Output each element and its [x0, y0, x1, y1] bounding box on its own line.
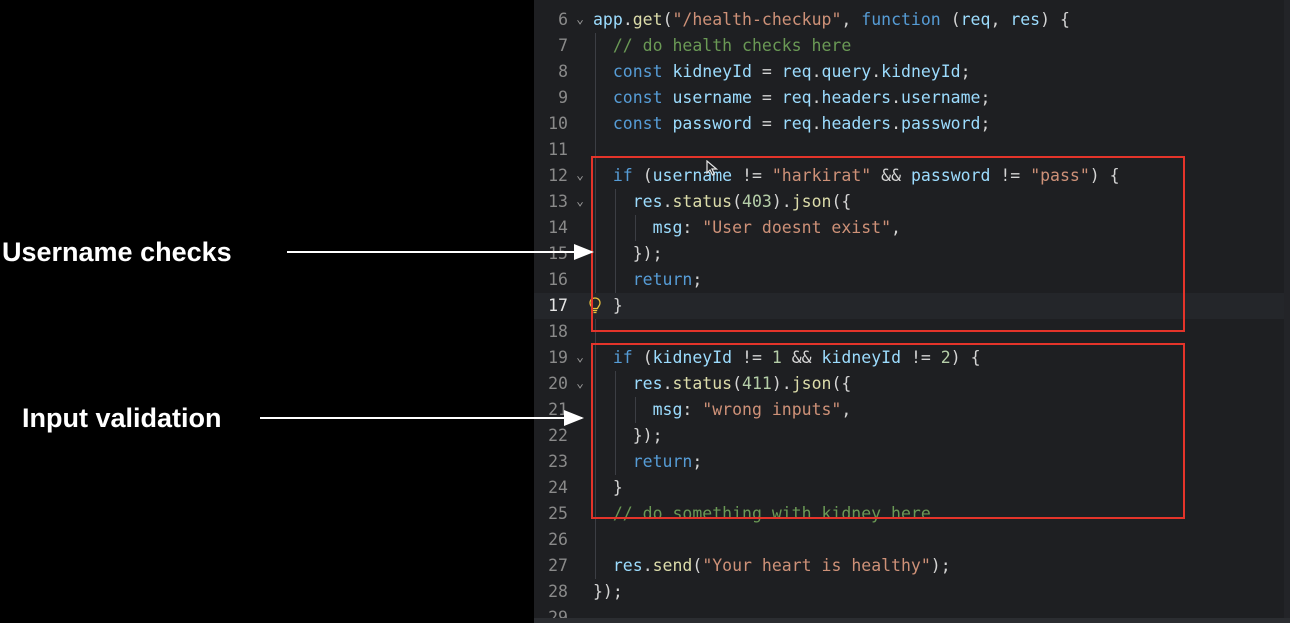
code-line[interactable]: 27 res.send("Your heart is healthy"); [534, 553, 1290, 579]
line-number: 22 [548, 426, 568, 445]
line-number: 27 [548, 556, 568, 575]
line-number: 17 [548, 296, 568, 315]
code-text[interactable]: res.send("Your heart is healthy"); [593, 553, 951, 579]
line-number: 12 [548, 166, 568, 185]
line-number: 18 [548, 322, 568, 341]
code-line[interactable]: 9 const username = req.headers.username; [534, 85, 1290, 111]
chevron-down-icon[interactable]: ⌄ [573, 189, 587, 215]
line-number: 20 [548, 374, 568, 393]
mouse-pointer-icon [706, 159, 719, 180]
code-text[interactable]: const kidneyId = req.query.kidneyId; [593, 59, 971, 85]
vertical-scrollbar[interactable] [1284, 0, 1290, 623]
code-text[interactable]: }); [593, 579, 623, 605]
line-number: 11 [548, 140, 568, 159]
line-number: 7 [558, 36, 568, 55]
chevron-down-icon[interactable]: ⌄ [573, 163, 587, 189]
code-line[interactable]: 6 ⌄ app.get("/health-checkup", function (r… [534, 7, 1290, 33]
code-line[interactable]: 7 // do health checks here [534, 33, 1290, 59]
code-line[interactable]: 10 const password = req.headers.password… [534, 111, 1290, 137]
line-number: 21 [548, 400, 568, 419]
chevron-down-icon[interactable]: ⌄ [573, 7, 587, 33]
line-number: 25 [548, 504, 568, 523]
code-text[interactable]: // do health checks here [593, 33, 851, 59]
line-number: 8 [558, 62, 568, 81]
line-number: 28 [548, 582, 568, 601]
line-number: 19 [548, 348, 568, 367]
code-line[interactable]: 8 const kidneyId = req.query.kidneyId; [534, 59, 1290, 85]
input-validation-highlight-box [591, 343, 1185, 519]
line-number: 9 [558, 88, 568, 107]
line-number: 13 [548, 192, 568, 211]
horizontal-scrollbar[interactable] [534, 618, 1290, 623]
code-text[interactable]: const username = req.headers.username; [593, 85, 991, 111]
line-number: 14 [548, 218, 568, 237]
line-number: 23 [548, 452, 568, 471]
line-number: 24 [548, 478, 568, 497]
code-text[interactable]: const password = req.headers.password; [593, 111, 991, 137]
code-editor[interactable]: 6 ⌄ app.get("/health-checkup", function (r… [534, 0, 1290, 623]
line-number: 26 [548, 530, 568, 549]
code-text[interactable]: app.get("/health-checkup", function (req… [593, 7, 1070, 33]
line-number: 15 [548, 244, 568, 263]
line-number: 6 [558, 10, 568, 29]
line-number: 16 [548, 270, 568, 289]
input-validation-label: Input validation [22, 403, 222, 433]
chevron-down-icon[interactable]: ⌄ [573, 345, 587, 371]
screenshot-stage: Username checks Input validation 6 ⌄ app.g… [0, 0, 1290, 623]
username-check-highlight-box [591, 156, 1185, 332]
chevron-down-icon[interactable]: ⌄ [573, 371, 587, 397]
code-line[interactable]: 28}); [534, 579, 1290, 605]
username-checks-label: Username checks [2, 237, 232, 267]
line-number: 10 [548, 114, 568, 133]
code-line[interactable]: 26 [534, 527, 1290, 553]
